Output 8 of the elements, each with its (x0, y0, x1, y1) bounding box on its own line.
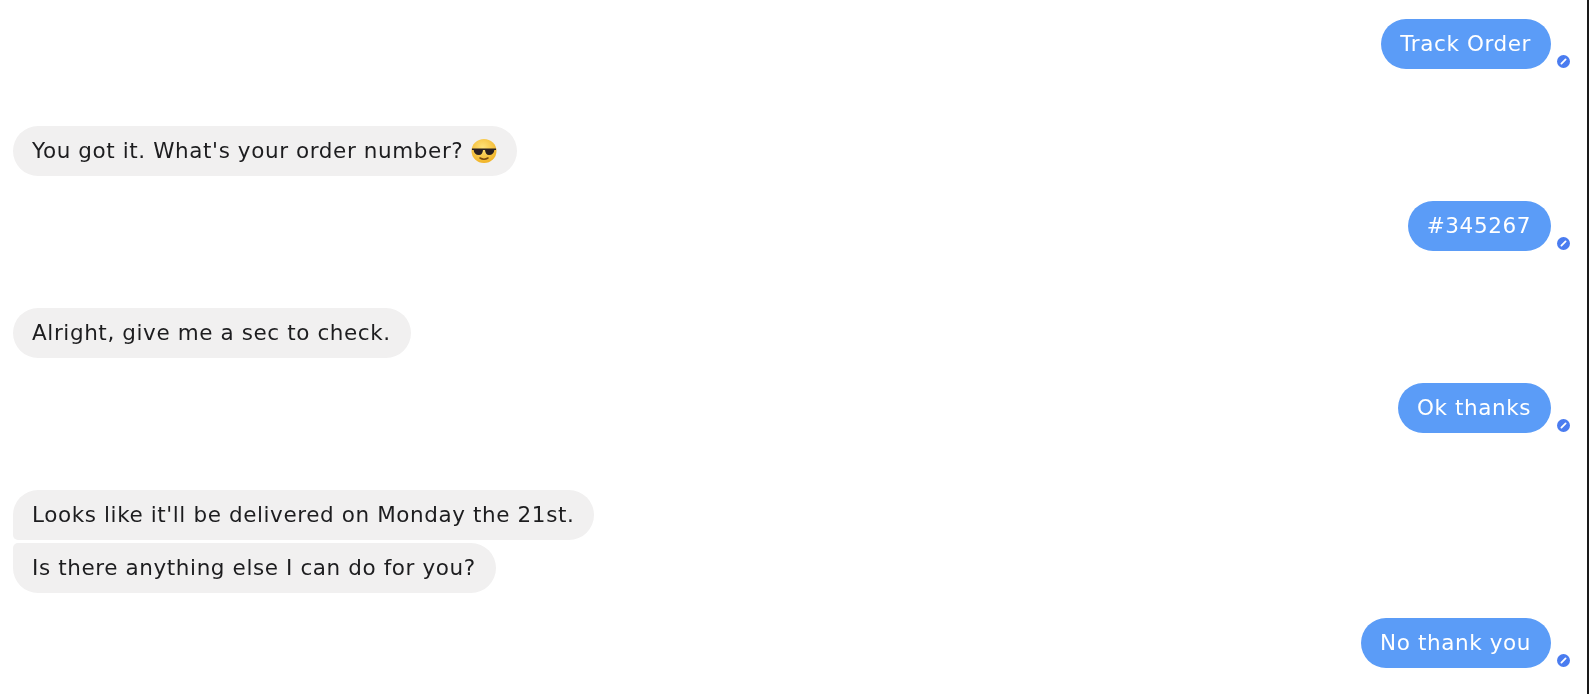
message-text: Alright, give me a sec to check. (32, 321, 391, 345)
message-text: Looks like it'll be delivered on Monday the 21st. (32, 503, 575, 527)
message-text: #345267 (1426, 214, 1531, 238)
message-text: Track Order (1400, 32, 1531, 56)
message-text: You got it. What's your order number? (32, 139, 464, 163)
message-text: No thank you (1380, 631, 1531, 655)
message-text: Is there anything else I can do for you? (32, 556, 476, 580)
message-text: Ok thanks (1416, 396, 1531, 420)
